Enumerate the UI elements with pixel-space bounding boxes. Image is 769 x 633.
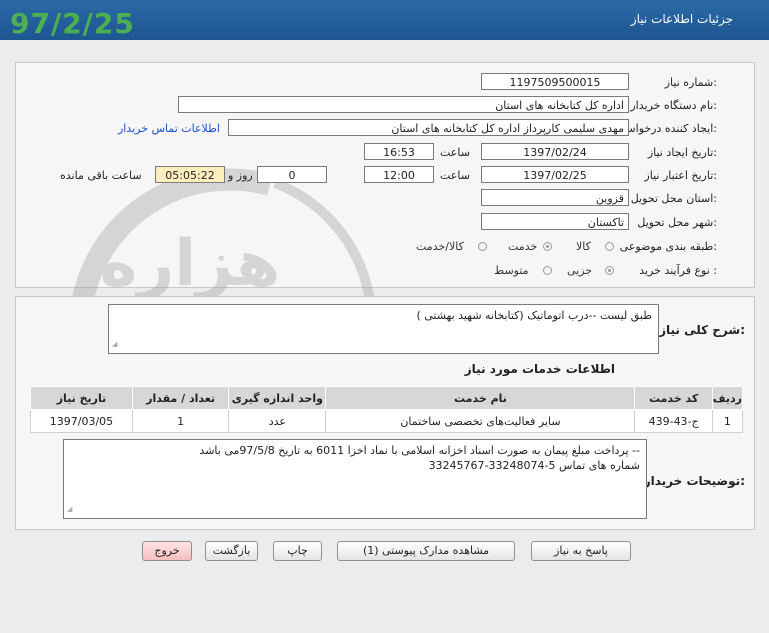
general-description-field: طبق لیست --درب اتوماتیک (کتابخانه شهید ب… [108, 304, 659, 354]
process-minor-label: جزیی [567, 264, 593, 277]
need-number-field: 1197509500015 [481, 73, 629, 90]
print-button[interactable]: چاپ [273, 541, 322, 561]
need-number-label: شماره نیاز: [664, 76, 717, 89]
cell-service-name: سایر فعالیت‌های تخصصی ساختمان [325, 409, 636, 433]
requester-label: ایجاد کننده درخواست: [615, 122, 717, 135]
title-bar: 97/2/25 جزئیات اطلاعات نیاز [0, 0, 769, 40]
city-field: تاکستان [481, 213, 629, 230]
table-row: 1397/03/05 1 عدد سایر فعالیت‌های تخصصی س… [30, 409, 744, 433]
category-label: طبقه بندی موضوعی: [619, 240, 717, 253]
buyer-contact-link[interactable]: اطلاعات تماس خریدار [118, 122, 220, 135]
process-minor-radio[interactable] [605, 266, 614, 275]
process-medium-label: متوسط [494, 264, 529, 277]
buyer-notes-label: توضیحات خریدار: [643, 474, 745, 488]
province-label: استان محل تحویل: [630, 192, 717, 205]
date-stamp: 97/2/25 [10, 7, 135, 40]
resize-handle-icon: ◢ [67, 505, 73, 513]
reply-to-need-button[interactable]: پاسخ به نیاز [531, 541, 631, 561]
remaining-time-field: 05:05:22 [155, 166, 225, 183]
buyer-notes-line-1: -- پرداخت مبلغ پیمان به صورت اسناد اخزان… [199, 444, 640, 457]
view-attachments-button[interactable]: مشاهده مدارک پیوستی (1) [337, 541, 515, 561]
general-description-text: طبق لیست --درب اتوماتیک (کتابخانه شهید ب… [416, 309, 652, 322]
buyer-notes-line-2: شماره های تماس 5-33248074-33245767 [428, 459, 640, 472]
announce-date-label: تاریخ ایجاد نیاز: [647, 146, 717, 159]
cell-row-number: 1 [711, 409, 744, 433]
remaining-days-field: 0 [257, 166, 327, 183]
buyer-notes-field: -- پرداخت مبلغ پیمان به صورت اسناد اخزان… [63, 439, 647, 519]
col-quantity: تعداد / مقدار [131, 386, 230, 410]
resize-handle-icon: ◢ [112, 340, 118, 348]
col-row-number: ردیف [711, 386, 744, 410]
services-section-title: اطلاعات خدمات مورد نیاز [464, 362, 615, 376]
announce-time-field: 16:53 [364, 143, 434, 160]
category-service-label: خدمت [508, 240, 538, 253]
process-label: نوع فرآیند خرید : [639, 264, 717, 277]
category-goods-label: کالا [576, 240, 591, 253]
category-service-radio[interactable] [543, 242, 552, 251]
col-unit: واحد اندازه گیری [228, 386, 327, 410]
buyer-org-label: نام دستگاه خریدار: [630, 99, 717, 112]
announce-time-label: ساعت [440, 146, 470, 159]
category-goods-radio[interactable] [605, 242, 614, 251]
page-title: جزئیات اطلاعات نیاز [630, 12, 733, 26]
services-header-row: تاریخ نیاز تعداد / مقدار واحد اندازه گیر… [30, 386, 744, 410]
city-label: شهر محل تحویل: [637, 216, 717, 229]
general-description-label: شرح کلی نیاز: [659, 323, 745, 337]
back-button[interactable]: بازگشت [205, 541, 258, 561]
buyer-org-field: اداره کل کتابخانه های استان [178, 96, 629, 113]
category-both-radio[interactable] [478, 242, 487, 251]
validity-time-label: ساعت [440, 169, 470, 182]
days-label: روز و [228, 169, 253, 182]
province-field: قزوین [481, 189, 629, 206]
cell-service-code: ج-43-439 [634, 409, 713, 433]
exit-button[interactable]: خروج [142, 541, 192, 561]
validity-date-field: 1397/02/25 [481, 166, 629, 183]
category-both-label: کالا/خدمت [416, 240, 464, 253]
requester-field: مهدی سلیمی کارپرداز اداره کل کتابخانه ها… [228, 119, 629, 136]
remaining-time-label: ساعت باقی مانده [60, 169, 142, 182]
cell-unit: عدد [228, 409, 327, 433]
validity-time-field: 12:00 [364, 166, 434, 183]
col-service-name: نام خدمت [325, 386, 636, 410]
cell-need-date: 1397/03/05 [30, 409, 133, 433]
validity-date-label: تاریخ اعتبار نیاز: [644, 169, 717, 182]
col-service-code: کد خدمت [634, 386, 713, 410]
process-medium-radio[interactable] [543, 266, 552, 275]
services-table: تاریخ نیاز تعداد / مقدار واحد اندازه گیر… [30, 386, 744, 433]
announce-date-field: 1397/02/24 [481, 143, 629, 160]
col-need-date: تاریخ نیاز [30, 386, 133, 410]
cell-quantity: 1 [131, 409, 230, 433]
